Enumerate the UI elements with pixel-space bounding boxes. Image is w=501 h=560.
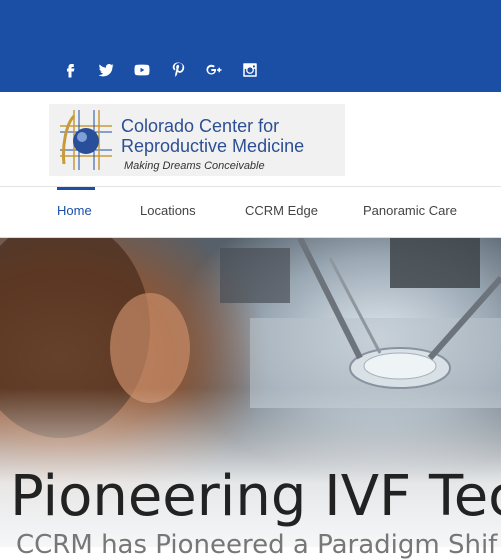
nav-item-panoramic-care[interactable]: Panoramic Care — [363, 203, 457, 218]
twitter-icon[interactable] — [96, 60, 116, 80]
youtube-icon[interactable] — [132, 60, 152, 80]
nav-item-locations[interactable]: Locations — [140, 203, 196, 218]
instagram-icon[interactable] — [240, 60, 260, 80]
main-nav: Home Locations CCRM Edge Panoramic Care — [0, 187, 501, 238]
logo-tagline: Making Dreams Conceivable — [124, 160, 265, 172]
logo-mark-icon — [60, 110, 112, 170]
pinterest-icon[interactable] — [168, 60, 188, 80]
google-plus-icon[interactable] — [204, 60, 224, 80]
nav-active-indicator — [57, 187, 95, 190]
logo-title-line2: Reproductive Medicine — [121, 136, 305, 156]
social-links — [60, 60, 260, 80]
hero-title: Pioneering IVF Tec — [10, 464, 501, 529]
hero-subtitle: CCRM has Pioneered a Paradigm Shif — [16, 530, 498, 560]
logo-title-line1: Colorado Center for — [121, 116, 280, 136]
nav-item-ccrm-edge[interactable]: CCRM Edge — [245, 203, 318, 218]
facebook-icon[interactable] — [60, 60, 80, 80]
nav-item-home[interactable]: Home — [57, 203, 92, 218]
